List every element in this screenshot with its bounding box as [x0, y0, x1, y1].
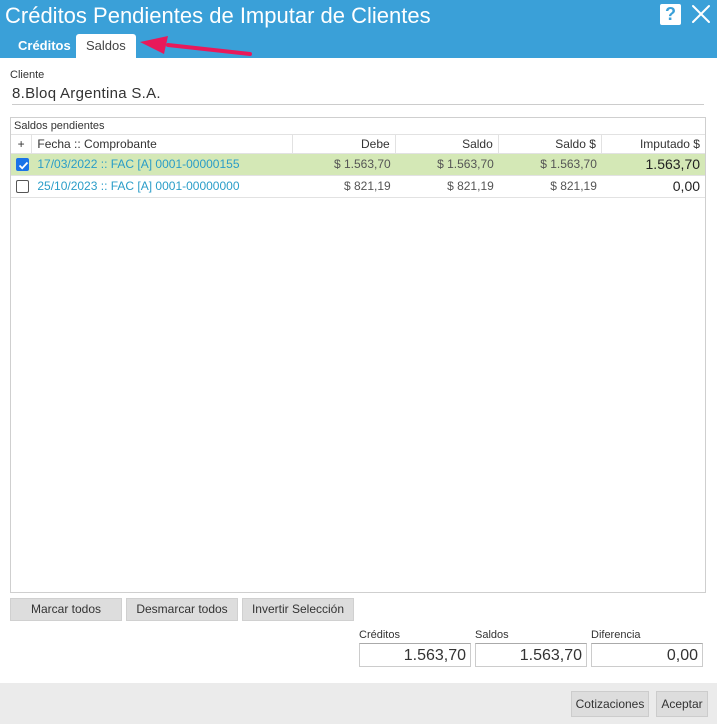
- debe-cell: $ 821,19: [343, 179, 391, 193]
- row-checkbox-cell: [11, 154, 32, 175]
- diferencia-total-field: 0,00: [591, 643, 703, 667]
- footer-bar: Cotizaciones Aceptar: [0, 683, 717, 724]
- saldo-usd-cell: $ 1.563,70: [540, 157, 597, 171]
- help-icon[interactable]: ?: [660, 4, 681, 25]
- marcar-todos-button[interactable]: Marcar todos: [10, 598, 122, 621]
- table-row[interactable]: 25/10/2023 :: FAC [A] 0001-00000000 $ 82…: [11, 176, 705, 198]
- saldo-cell: $ 821,19: [447, 179, 494, 193]
- cotizaciones-button[interactable]: Cotizaciones: [571, 691, 649, 717]
- column-header-imputado[interactable]: Imputado $: [602, 135, 705, 153]
- aceptar-button[interactable]: Aceptar: [656, 691, 708, 717]
- column-header-saldo-usd[interactable]: Saldo $: [499, 135, 602, 153]
- diferencia-label: Diferencia: [591, 629, 641, 641]
- tab-saldos[interactable]: Saldos: [76, 34, 136, 58]
- check-icon: [18, 161, 29, 170]
- cliente-label: Cliente: [10, 69, 45, 81]
- saldos-label: Saldos: [475, 629, 509, 641]
- creditos-label: Créditos: [359, 629, 400, 641]
- saldo-cell: $ 1.563,70: [437, 157, 494, 171]
- comprobante-cell: 17/03/2022 :: FAC [A] 0001-00000155: [37, 157, 240, 171]
- saldos-grid: + Fecha :: Comprobante Debe Saldo Saldo …: [11, 134, 705, 198]
- column-header-plus[interactable]: +: [11, 135, 33, 153]
- row-checkbox-cell: [11, 176, 32, 197]
- cliente-field[interactable]: 8.Bloq Argentina S.A.: [12, 85, 704, 105]
- panel-title: Saldos pendientes: [14, 120, 105, 132]
- creditos-total-field: 1.563,70: [359, 643, 471, 667]
- table-row[interactable]: 17/03/2022 :: FAC [A] 0001-00000155 $ 1.…: [11, 154, 705, 176]
- imputado-cell[interactable]: 0,00: [602, 176, 705, 197]
- column-header-debe[interactable]: Debe: [293, 135, 396, 153]
- comprobante-cell: 25/10/2023 :: FAC [A] 0001-00000000: [37, 179, 240, 193]
- column-header-saldo[interactable]: Saldo: [396, 135, 499, 153]
- annotation-arrow-icon: [140, 36, 252, 56]
- invertir-seleccion-button[interactable]: Invertir Selección: [242, 598, 354, 621]
- column-header-fecha[interactable]: Fecha :: Comprobante: [32, 135, 293, 153]
- grid-header: + Fecha :: Comprobante Debe Saldo Saldo …: [11, 134, 705, 154]
- saldo-usd-cell: $ 821,19: [550, 179, 597, 193]
- desmarcar-todos-button[interactable]: Desmarcar todos: [126, 598, 238, 621]
- close-icon[interactable]: [690, 3, 712, 25]
- imputado-cell[interactable]: 1.563,70: [602, 154, 705, 175]
- row-checkbox[interactable]: [16, 180, 29, 193]
- saldos-total-field: 1.563,70: [475, 643, 587, 667]
- row-checkbox[interactable]: [16, 158, 29, 171]
- tab-creditos[interactable]: Créditos: [8, 34, 81, 58]
- title-bar: Créditos Pendientes de Imputar de Client…: [0, 0, 717, 58]
- debe-cell: $ 1.563,70: [333, 157, 391, 171]
- window-title: Créditos Pendientes de Imputar de Client…: [5, 3, 431, 28]
- saldos-panel: Saldos pendientes + Fecha :: Comprobante…: [10, 117, 706, 593]
